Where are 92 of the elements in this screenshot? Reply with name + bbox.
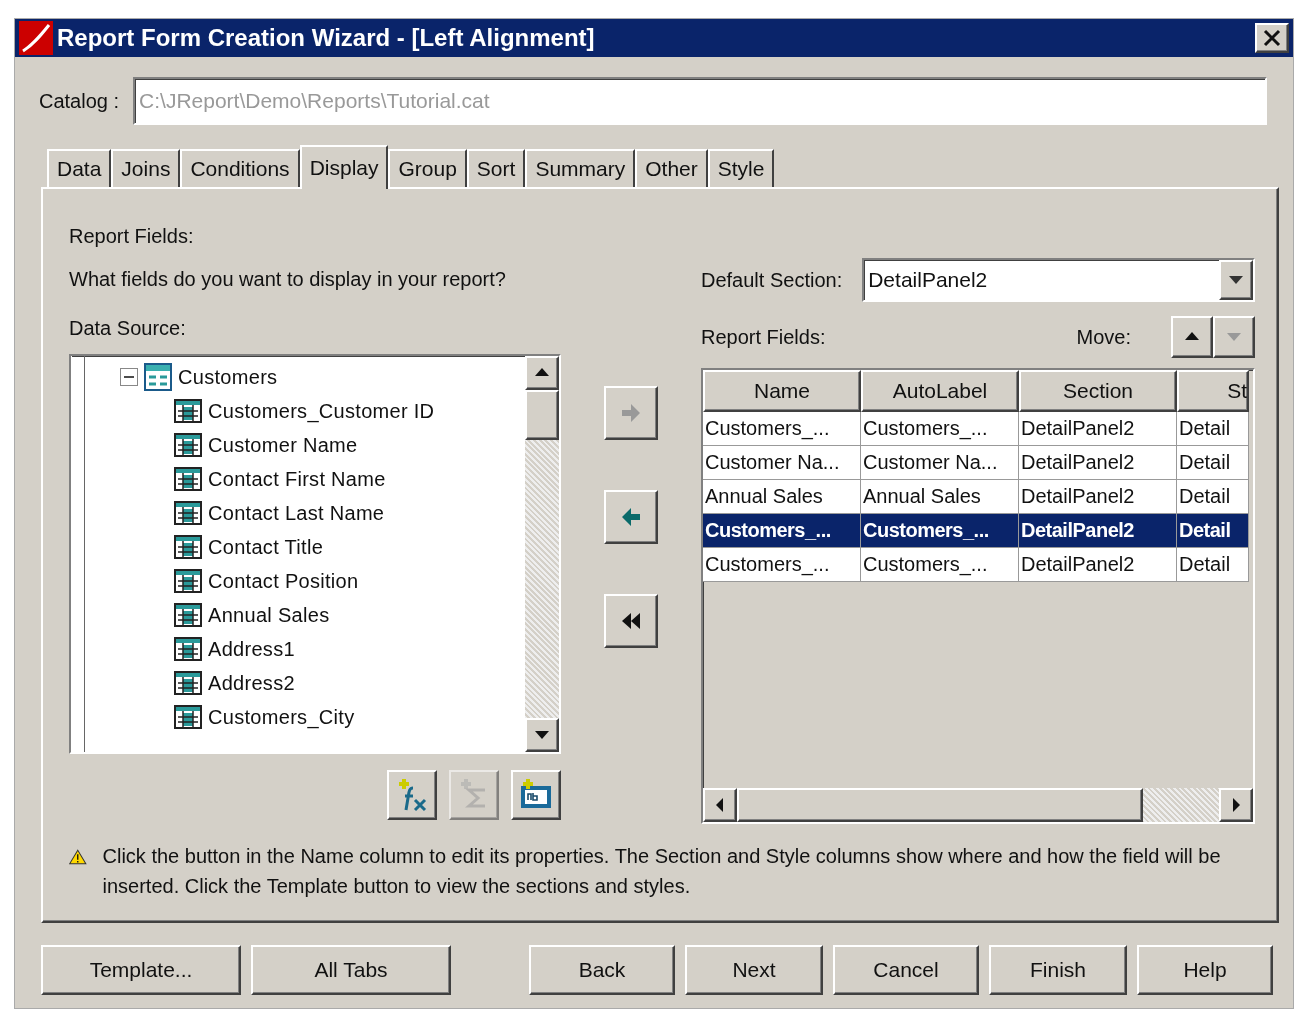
- tab[interactable]: Other: [635, 149, 708, 187]
- scroll-thumb[interactable]: [525, 390, 559, 440]
- table-cell[interactable]: Detail: [1177, 446, 1249, 480]
- table-cell[interactable]: Detail: [1177, 480, 1249, 514]
- table-cell[interactable]: Detail: [1177, 548, 1249, 582]
- transfer-button[interactable]: [604, 490, 658, 544]
- table-column-icon: [174, 467, 202, 491]
- tree-item[interactable]: Address1: [208, 637, 295, 661]
- table-cell[interactable]: DetailPanel2: [1019, 412, 1177, 446]
- tab[interactable]: Joins: [111, 149, 181, 187]
- data-source-label: Data Source:: [69, 317, 186, 340]
- dropdown-value: DetailPanel2: [867, 268, 989, 292]
- table-cell[interactable]: Customer Na...: [861, 446, 1019, 480]
- section-heading: Report Fields:: [69, 225, 194, 248]
- dialog-button[interactable]: Next: [685, 945, 823, 995]
- table-column-icon: [174, 399, 202, 423]
- catalog-label: Catalog :: [39, 89, 120, 113]
- window-title: Report Form Creation Wizard - [Left Alignment]: [57, 24, 596, 52]
- move-up-button[interactable]: [1171, 316, 1213, 358]
- table-cell[interactable]: Customers_...: [703, 514, 861, 548]
- question-text: What fields do you want to display in your report?: [69, 268, 506, 291]
- table-icon: [144, 363, 172, 391]
- table-column-icon: [174, 671, 202, 695]
- close-icon: [1262, 28, 1282, 48]
- table-cell[interactable]: DetailPanel2: [1019, 548, 1177, 582]
- table-cell[interactable]: Customers_...: [861, 514, 1019, 548]
- tree-item[interactable]: Contact Position: [208, 569, 359, 593]
- table-column-icon: [174, 501, 202, 525]
- tab[interactable]: Display: [299, 145, 389, 189]
- dialog-button[interactable]: Template...: [41, 945, 241, 995]
- double-left-arrow-icon: [620, 610, 642, 632]
- column-header[interactable]: Name: [703, 370, 861, 412]
- app-logo-icon: [19, 21, 53, 55]
- table-cell[interactable]: DetailPanel2: [1019, 514, 1177, 548]
- table-column-icon: [174, 705, 202, 729]
- tool-button[interactable]: [511, 770, 561, 820]
- dropdown-button[interactable]: [1219, 260, 1253, 300]
- move-label: Move:: [1076, 325, 1131, 349]
- table-column-icon: [174, 603, 202, 627]
- scroll-thumb[interactable]: [737, 788, 1143, 822]
- tree-item[interactable]: Customer Name: [208, 433, 358, 457]
- scroll-left-button[interactable]: [703, 788, 737, 822]
- tab[interactable]: Style: [707, 149, 775, 187]
- tree-item[interactable]: Customers: [178, 365, 278, 389]
- right-arrow-icon: [620, 402, 642, 424]
- tree-item[interactable]: Customers_Customer ID: [208, 399, 435, 423]
- dialog-button[interactable]: Cancel: [833, 945, 979, 995]
- table-cell[interactable]: Customers_...: [703, 412, 861, 446]
- table-column-icon: [174, 433, 202, 457]
- default-section-dropdown[interactable]: DetailPanel2: [862, 258, 1255, 302]
- table-cell[interactable]: Annual Sales: [703, 480, 861, 514]
- transfer-button[interactable]: [604, 594, 658, 648]
- tab[interactable]: Sort: [466, 149, 526, 187]
- column-header[interactable]: St: [1177, 370, 1249, 412]
- tab[interactable]: Summary: [525, 149, 636, 187]
- dialog-button[interactable]: Help: [1137, 945, 1273, 995]
- tree-item[interactable]: Contact Last Name: [208, 501, 385, 525]
- dialog-button[interactable]: Finish: [989, 945, 1127, 995]
- table-cell[interactable]: Annual Sales: [861, 480, 1019, 514]
- dialog-button[interactable]: All Tabs: [251, 945, 451, 995]
- tool-button[interactable]: [387, 770, 437, 820]
- tree-item[interactable]: Address2: [208, 671, 295, 695]
- scroll-up-button[interactable]: [525, 356, 559, 390]
- tab[interactable]: Conditions: [180, 149, 300, 187]
- scroll-down-button[interactable]: [525, 718, 559, 752]
- report-fields-label: Report Fields:: [701, 325, 826, 349]
- table-cell[interactable]: Customer Na...: [703, 446, 861, 480]
- table-cell[interactable]: DetailPanel2: [1019, 480, 1177, 514]
- table-cell[interactable]: Customers_...: [861, 412, 1019, 446]
- column-header[interactable]: AutoLabel: [861, 370, 1019, 412]
- column-header[interactable]: Section: [1019, 370, 1177, 412]
- tree-item[interactable]: Annual Sales: [208, 603, 330, 627]
- tree-item[interactable]: Contact First Name: [208, 467, 386, 491]
- close-button[interactable]: [1255, 23, 1289, 53]
- hint-text: Click the button in the Name column to edit its properties. The Section and Style columns show where and how the field will be inserted. Click the Template button to view the sections and styles.: [102, 844, 1222, 899]
- table-cell[interactable]: Detail: [1177, 514, 1249, 548]
- table-cell[interactable]: Customers_...: [703, 548, 861, 582]
- scroll-right-button[interactable]: [1219, 788, 1253, 822]
- default-section-label: Default Section:: [701, 268, 843, 292]
- table-cell[interactable]: Detail: [1177, 412, 1249, 446]
- dialog-button[interactable]: Back: [529, 945, 675, 995]
- tab[interactable]: Group: [388, 149, 467, 187]
- table-cell[interactable]: Customers_...: [861, 548, 1019, 582]
- table-column-icon: [174, 535, 202, 559]
- table-column-icon: [174, 569, 202, 593]
- collapse-icon[interactable]: [120, 368, 138, 386]
- tree-item[interactable]: Customers_City: [208, 705, 355, 729]
- tab[interactable]: Data: [47, 149, 112, 187]
- table-column-icon: [174, 637, 202, 661]
- left-arrow-icon: [620, 506, 642, 528]
- table-cell[interactable]: DetailPanel2: [1019, 446, 1177, 480]
- tree-item[interactable]: Contact Title: [208, 535, 324, 559]
